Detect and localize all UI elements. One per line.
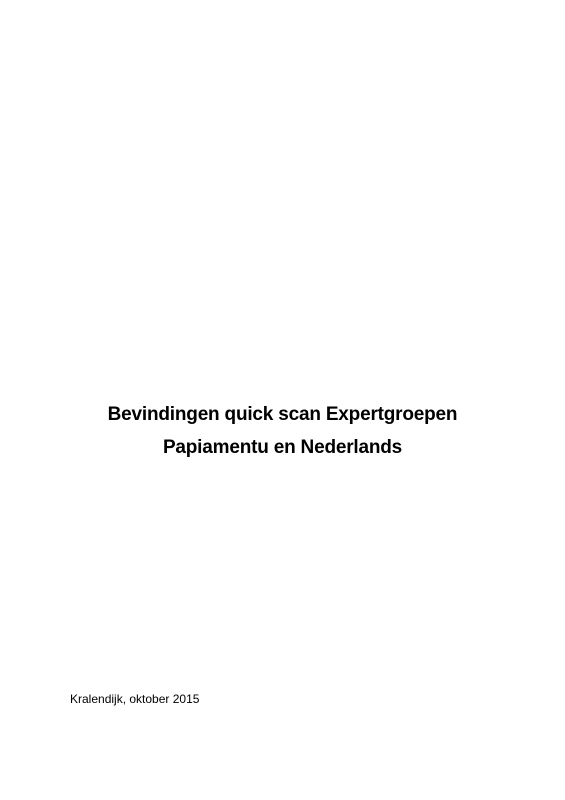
document-title: Bevindingen quick scan Expertgroepen Pap… (0, 398, 565, 464)
title-line-2: Papiamentu en Nederlands (162, 437, 403, 458)
document-page: Bevindingen quick scan Expertgroepen Pap… (0, 0, 565, 800)
place-date: Kralendijk, oktober 2015 (70, 692, 200, 706)
title-line-1: Bevindingen quick scan Expertgroepen (107, 404, 458, 425)
